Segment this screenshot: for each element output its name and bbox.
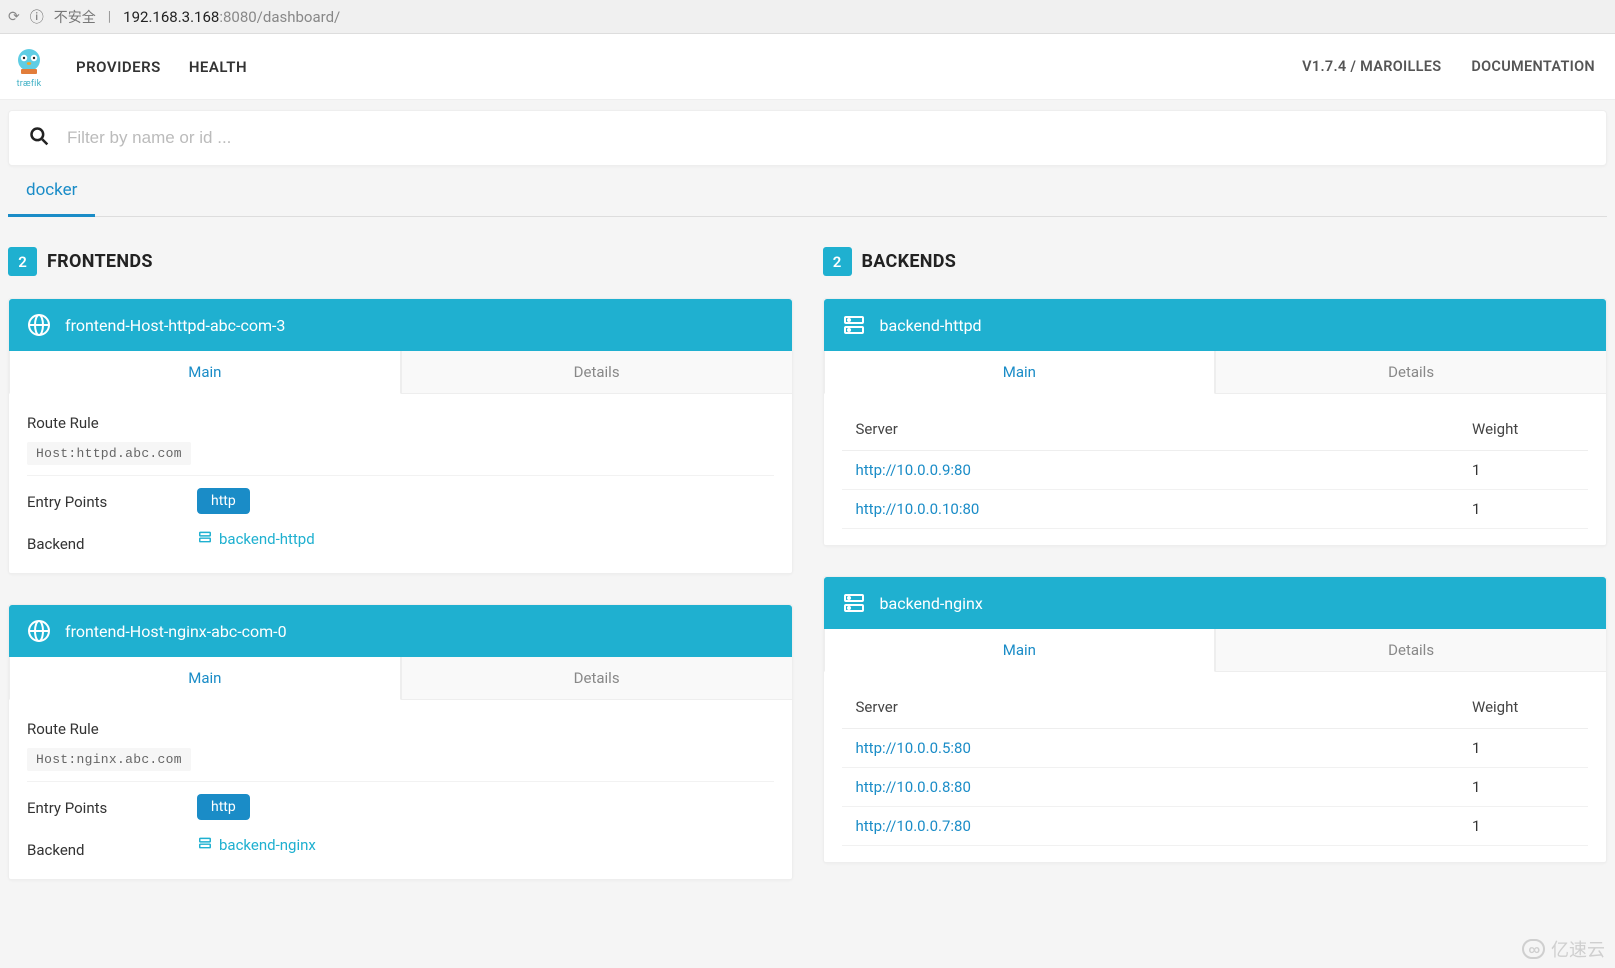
server-row: http://10.0.0.8:80 1: [842, 768, 1589, 807]
nav-providers[interactable]: PROVIDERS: [76, 58, 161, 76]
backend-link-text: backend-httpd: [219, 530, 315, 548]
tab-main[interactable]: Main: [824, 351, 1216, 394]
server-icon: [197, 530, 213, 548]
tab-details[interactable]: Details: [401, 351, 792, 393]
server-weight: 1: [1458, 490, 1588, 529]
entry-points-label: Entry Points: [27, 488, 197, 511]
nav-back-icon[interactable]: ⟳: [8, 9, 20, 25]
url-display[interactable]: 192.168.3.168:8080/dashboard/: [123, 8, 340, 26]
nav-documentation[interactable]: DOCUMENTATION: [1471, 58, 1595, 75]
entry-point-badge: http: [197, 794, 250, 820]
provider-tab-docker[interactable]: docker: [8, 166, 95, 217]
nav-health[interactable]: HEALTH: [189, 58, 247, 76]
logo-text: træfik: [17, 79, 42, 89]
frontend-card: frontend-Host-httpd-abc-com-3 MainDetails…: [8, 298, 793, 574]
divider: |: [108, 9, 111, 25]
tab-main[interactable]: Main: [9, 351, 401, 394]
info-icon[interactable]: ⓘ: [30, 7, 44, 27]
backend-link[interactable]: backend-nginx: [197, 836, 316, 854]
server-weight: 1: [1458, 768, 1588, 807]
server-icon: [842, 313, 866, 337]
not-secure-label: 不安全: [54, 7, 96, 27]
server-url-link[interactable]: http://10.0.0.7:80: [856, 817, 971, 835]
backend-name: backend-httpd: [880, 316, 982, 335]
frontend-name: frontend-Host-httpd-abc-com-3: [65, 316, 285, 335]
backend-link[interactable]: backend-httpd: [197, 530, 315, 548]
server-row: http://10.0.0.10:80 1: [842, 490, 1589, 529]
server-icon: [842, 591, 866, 615]
server-url-link[interactable]: http://10.0.0.9:80: [856, 461, 971, 479]
server-col-header: Server: [842, 408, 1459, 451]
backends-title: BACKENDS: [862, 251, 957, 272]
globe-icon: [27, 313, 51, 337]
server-url-link[interactable]: http://10.0.0.10:80: [856, 500, 980, 518]
backend-link-text: backend-nginx: [219, 836, 316, 854]
route-rule-label: Route Rule: [27, 720, 774, 738]
server-icon: [197, 836, 213, 854]
frontend-card-header: frontend-Host-nginx-abc-com-0: [9, 605, 792, 657]
server-row: http://10.0.0.5:80 1: [842, 729, 1589, 768]
weight-col-header: Weight: [1458, 408, 1588, 451]
server-col-header: Server: [842, 686, 1459, 729]
backend-name: backend-nginx: [880, 594, 983, 613]
entry-points-label: Entry Points: [27, 794, 197, 817]
backend-card-header: backend-nginx: [824, 577, 1607, 629]
backends-column: 2 BACKENDS backend-httpdMainDetailsServe…: [823, 247, 1608, 893]
frontend-card: frontend-Host-nginx-abc-com-0 MainDetails…: [8, 604, 793, 880]
frontend-card-header: frontend-Host-httpd-abc-com-3: [9, 299, 792, 351]
watermark-text: 亿速云: [1551, 936, 1605, 962]
route-rule-value: Host:httpd.abc.com: [27, 442, 191, 465]
server-row: http://10.0.0.9:80 1: [842, 451, 1589, 490]
server-row: http://10.0.0.7:80 1: [842, 807, 1589, 846]
server-weight: 1: [1458, 451, 1588, 490]
server-url-link[interactable]: http://10.0.0.5:80: [856, 739, 971, 757]
url-host: 192.168.3.168: [123, 8, 219, 26]
route-rule-label: Route Rule: [27, 414, 774, 432]
top-nav: træfik PROVIDERS HEALTH V1.7.4 / MAROILL…: [0, 34, 1615, 100]
cloud-icon: ∞: [1522, 939, 1545, 959]
gopher-logo-icon: [13, 45, 45, 81]
backends-count: 2: [823, 247, 852, 276]
server-table: ServerWeighthttp://10.0.0.9:801http://10…: [842, 408, 1589, 529]
server-weight: 1: [1458, 729, 1588, 768]
frontend-name: frontend-Host-nginx-abc-com-0: [65, 622, 287, 641]
server-table: ServerWeighthttp://10.0.0.5:801http://10…: [842, 686, 1589, 846]
tab-details[interactable]: Details: [401, 657, 792, 699]
traefik-logo[interactable]: træfik: [10, 44, 48, 90]
frontends-count: 2: [8, 247, 37, 276]
tab-main[interactable]: Main: [9, 657, 401, 700]
frontends-title: FRONTENDS: [47, 251, 153, 272]
tab-main[interactable]: Main: [824, 629, 1216, 672]
filter-input[interactable]: [67, 128, 1586, 148]
backend-label: Backend: [27, 530, 197, 553]
server-url-link[interactable]: http://10.0.0.8:80: [856, 778, 971, 796]
backend-card: backend-httpdMainDetailsServerWeighthttp…: [823, 298, 1608, 546]
version-label: V1.7.4 / MAROILLES: [1302, 58, 1441, 75]
search-icon: [29, 126, 49, 151]
route-rule-value: Host:nginx.abc.com: [27, 748, 191, 771]
globe-icon: [27, 619, 51, 643]
watermark: ∞ 亿速云: [1522, 936, 1605, 962]
backend-label: Backend: [27, 836, 197, 859]
frontends-column: 2 FRONTENDS frontend-Host-httpd-abc-com-…: [8, 247, 793, 910]
url-path: :8080/dashboard/: [219, 8, 340, 26]
backend-card: backend-nginxMainDetailsServerWeighthttp…: [823, 576, 1608, 863]
entry-point-badge: http: [197, 488, 250, 514]
backend-card-header: backend-httpd: [824, 299, 1607, 351]
weight-col-header: Weight: [1458, 686, 1588, 729]
server-weight: 1: [1458, 807, 1588, 846]
filter-box: [8, 110, 1607, 166]
browser-address-bar: ⟳ ⓘ 不安全 | 192.168.3.168:8080/dashboard/: [0, 0, 1615, 34]
tab-details[interactable]: Details: [1215, 351, 1606, 393]
tab-details[interactable]: Details: [1215, 629, 1606, 671]
